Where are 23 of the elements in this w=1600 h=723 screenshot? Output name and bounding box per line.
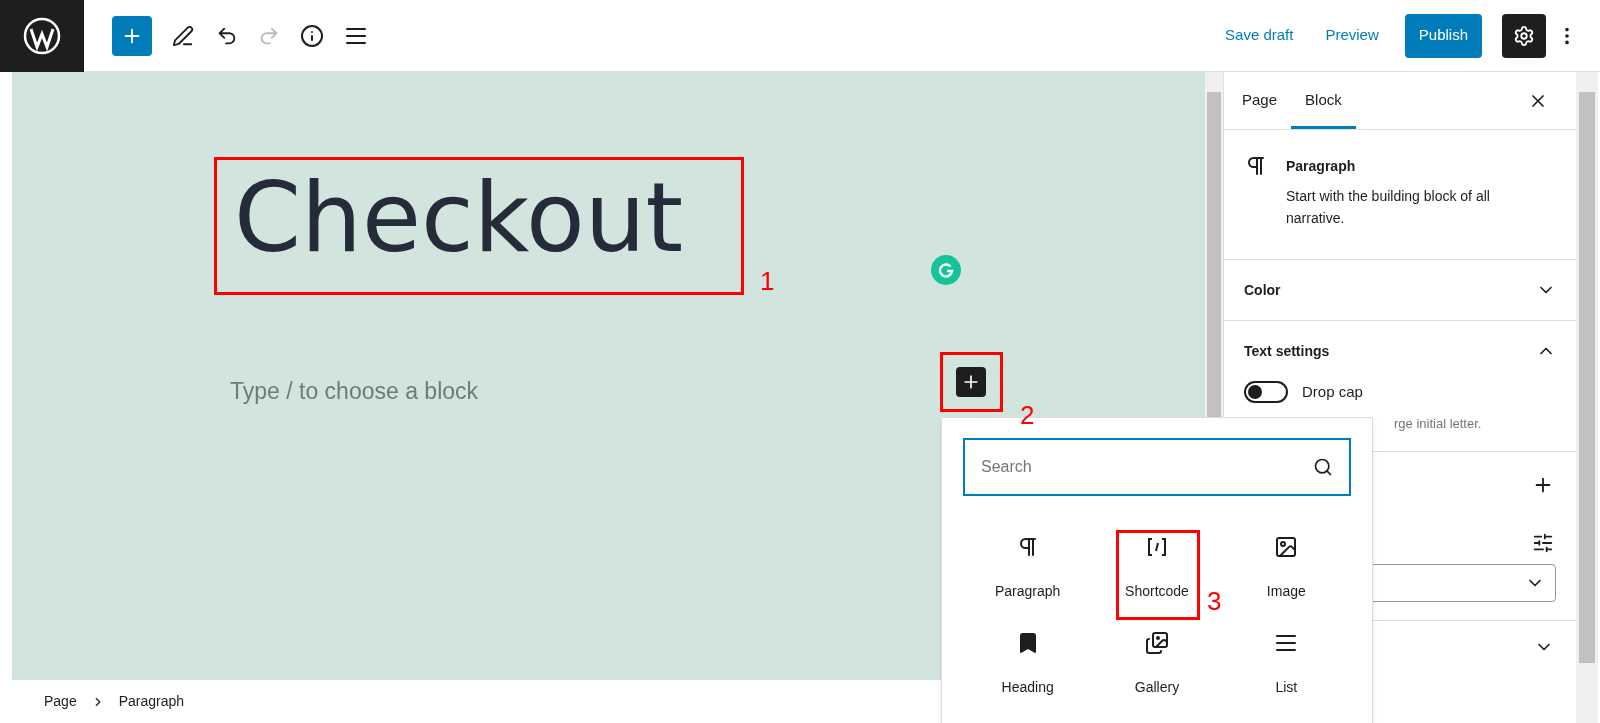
- annotation-number: 3: [1207, 588, 1222, 614]
- sidebar-tab[interactable]: Block: [1291, 72, 1356, 129]
- block-type-item[interactable]: List: [1221, 620, 1351, 708]
- search-field[interactable]: Search: [963, 438, 1351, 496]
- block-description: Start with the building block of all narrative.: [1286, 187, 1491, 228]
- annotation-number: 2: [1020, 402, 1035, 428]
- block-type-item[interactable]: Heading: [963, 620, 1093, 708]
- block-type-item[interactable]: Paragraph: [963, 524, 1093, 612]
- sidebar-tab[interactable]: Page: [1228, 72, 1292, 129]
- block-type-item[interactable]: Gallery: [1092, 620, 1222, 708]
- block-name: Paragraph: [1286, 157, 1357, 176]
- panel-header[interactable]: Text settings: [1224, 321, 1576, 381]
- publish-button[interactable]: Publish: [1404, 13, 1482, 58]
- breadcrumb-item[interactable]: Paragraph: [118, 691, 185, 712]
- breadcrumb-item[interactable]: Page: [44, 691, 77, 712]
- toolbar-link[interactable]: Save draft: [1219, 15, 1300, 56]
- toggle-label: Drop cap: [1302, 382, 1363, 402]
- panel-header[interactable]: Color: [1224, 260, 1576, 320]
- toolbar-link[interactable]: Preview: [1319, 15, 1385, 56]
- annotation-number: 1: [760, 268, 775, 294]
- toggle-help: rge initial letter.: [1393, 414, 1483, 433]
- block-type-item[interactable]: Image: [1221, 524, 1351, 612]
- page-title[interactable]: Checkout: [234, 170, 684, 266]
